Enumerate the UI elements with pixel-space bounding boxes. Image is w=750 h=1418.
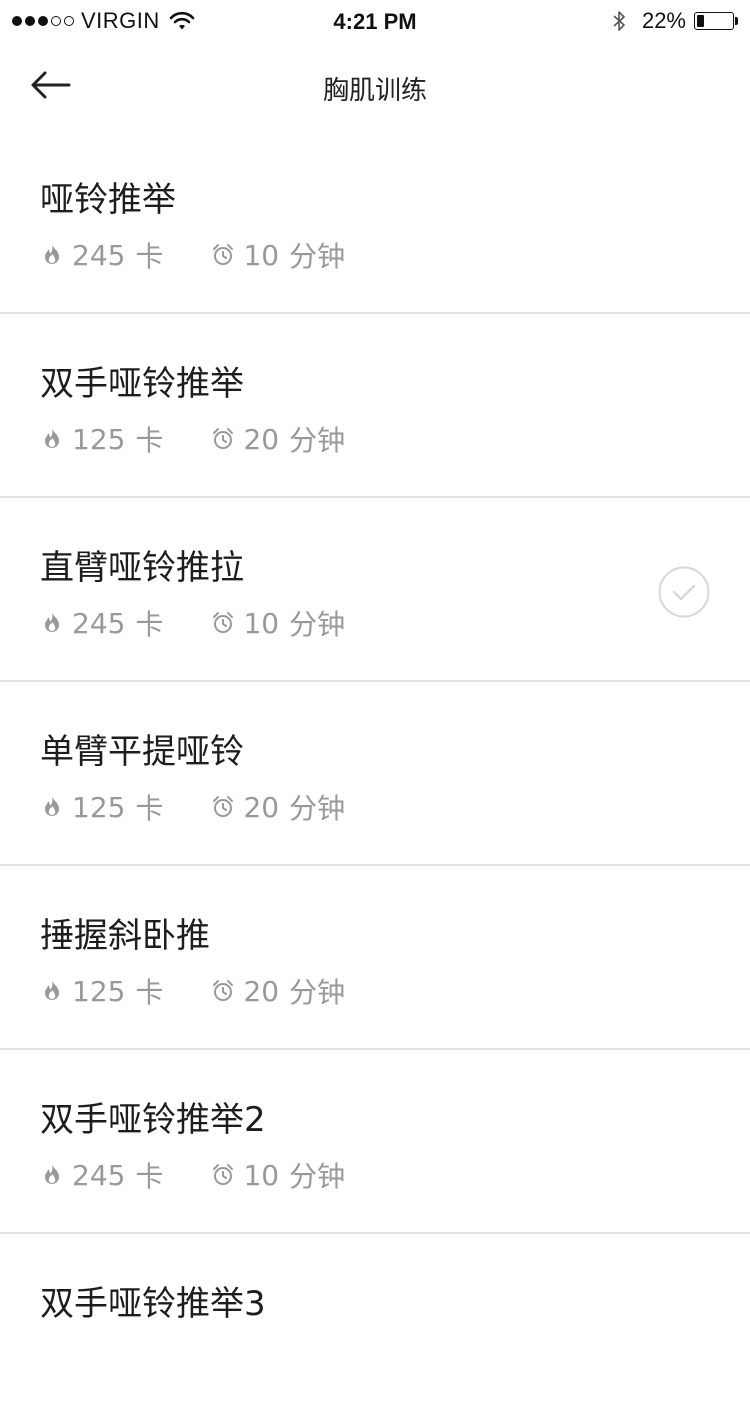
- duration-value: 10: [243, 1158, 280, 1192]
- bluetooth-icon: [613, 11, 625, 31]
- page-title: 胸肌训练: [322, 76, 427, 106]
- calories-value: 245: [72, 1158, 126, 1192]
- duration-group: 10 分钟: [211, 603, 345, 643]
- alarm-clock-icon: [213, 980, 234, 1001]
- alarm-clock-icon: [213, 428, 234, 449]
- list-item[interactable]: 单臂平提哑铃 125 卡 20 分钟: [0, 682, 750, 866]
- calories-unit: 卡: [135, 240, 164, 273]
- flame-icon: [45, 981, 59, 1000]
- calories-group: 245 卡: [40, 1155, 163, 1195]
- list-item[interactable]: 哑铃推举 245 卡 10 分钟: [0, 130, 750, 314]
- exercise-list: 哑铃推举 245 卡 10 分钟 双手哑铃推举 125 卡 20 分钟 直臂哑铃…: [0, 130, 750, 1418]
- duration-group: 10 分钟: [211, 235, 345, 275]
- calories-unit: 卡: [135, 976, 164, 1009]
- duration-unit: 分钟: [289, 1160, 346, 1193]
- flame-icon: [45, 613, 59, 632]
- exercise-meta: 125 卡 20 分钟: [40, 787, 345, 827]
- exercise-meta: 245 卡 10 分钟: [40, 1155, 345, 1195]
- exercise-name: 捶握斜卧推: [40, 916, 210, 956]
- calories-group: 245 卡: [40, 603, 163, 643]
- battery-icon: [694, 12, 734, 30]
- alarm-clock-icon: [213, 796, 234, 817]
- alarm-clock-icon: [213, 1164, 234, 1185]
- exercise-name: 双手哑铃推举2: [40, 1100, 266, 1140]
- duration-value: 10: [243, 606, 280, 640]
- calories-group: 125 卡: [40, 787, 163, 827]
- calories-group: 125 卡: [40, 971, 163, 1011]
- list-item[interactable]: 捶握斜卧推 125 卡 20 分钟: [0, 866, 750, 1050]
- calories-unit: 卡: [135, 424, 164, 457]
- duration-unit: 分钟: [289, 240, 346, 273]
- calories-unit: 卡: [135, 1160, 164, 1193]
- duration-value: 10: [243, 238, 280, 272]
- check-circle-icon[interactable]: [658, 566, 710, 618]
- duration-group: 20 分钟: [211, 419, 345, 459]
- flame-icon: [45, 245, 59, 264]
- battery-level-fill: [697, 15, 704, 27]
- duration-value: 20: [243, 974, 280, 1008]
- exercise-meta: 125 卡 20 分钟: [40, 419, 345, 459]
- exercise-name: 哑铃推举: [40, 180, 176, 220]
- list-item[interactable]: 双手哑铃推举3: [0, 1234, 750, 1418]
- duration-group: 10 分钟: [211, 1155, 345, 1195]
- exercise-name: 双手哑铃推举3: [40, 1284, 266, 1324]
- alarm-clock-icon: [213, 612, 234, 633]
- calories-value: 125: [72, 974, 126, 1008]
- battery-percent: 22%: [641, 8, 686, 33]
- battery-cap: [735, 17, 738, 25]
- nav-bar: 胸肌训练: [0, 40, 750, 130]
- duration-unit: 分钟: [289, 608, 346, 641]
- list-item[interactable]: 双手哑铃推举2 245 卡 10 分钟: [0, 1050, 750, 1234]
- list-item[interactable]: 双手哑铃推举 125 卡 20 分钟: [0, 314, 750, 498]
- alarm-clock-icon: [213, 244, 234, 265]
- exercise-name: 双手哑铃推举: [40, 364, 244, 404]
- duration-unit: 分钟: [289, 792, 346, 825]
- status-right: 22%: [612, 8, 738, 33]
- list-item[interactable]: 直臂哑铃推拉 245 卡 10 分钟: [0, 498, 750, 682]
- duration-group: 20 分钟: [211, 971, 345, 1011]
- duration-unit: 分钟: [289, 976, 346, 1009]
- duration-unit: 分钟: [289, 424, 346, 457]
- exercise-name: 单臂平提哑铃: [40, 732, 244, 772]
- flame-icon: [45, 429, 59, 448]
- duration-value: 20: [243, 422, 280, 456]
- calories-group: 245 卡: [40, 235, 163, 275]
- calories-value: 125: [72, 790, 126, 824]
- calories-value: 245: [72, 606, 126, 640]
- flame-icon: [45, 1165, 59, 1184]
- calories-group: 125 卡: [40, 419, 163, 459]
- exercise-meta: 245 卡 10 分钟: [40, 603, 345, 643]
- duration-group: 20 分钟: [211, 787, 345, 827]
- duration-value: 20: [243, 790, 280, 824]
- calories-value: 245: [72, 238, 126, 272]
- calories-value: 125: [72, 422, 126, 456]
- exercise-meta: 125 卡 20 分钟: [40, 971, 345, 1011]
- exercise-meta: 245 卡 10 分钟: [40, 235, 345, 275]
- calories-unit: 卡: [135, 608, 164, 641]
- status-bar: VIRGIN 4:21 PM 22%: [0, 0, 750, 40]
- flame-icon: [45, 797, 59, 816]
- exercise-name: 直臂哑铃推拉: [40, 548, 244, 588]
- calories-unit: 卡: [135, 792, 164, 825]
